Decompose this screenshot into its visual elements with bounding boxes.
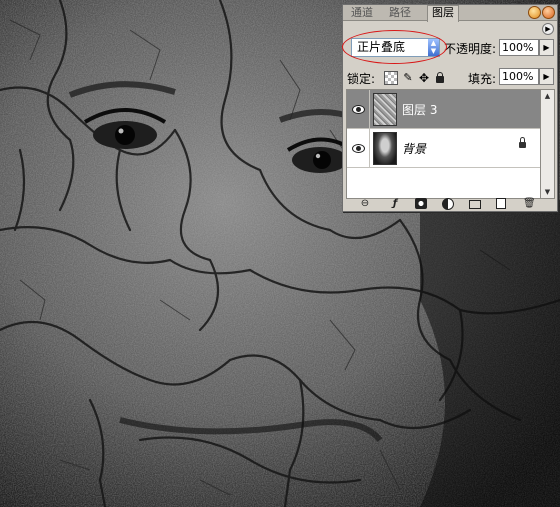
visibility-toggle[interactable] — [347, 129, 370, 167]
lock-icon — [519, 137, 526, 148]
fill-label: 填充: — [468, 72, 497, 86]
layer-name: 背景 — [402, 142, 427, 156]
delete-layer-icon[interactable]: 🗑 — [523, 198, 536, 209]
layer-row-background[interactable]: 背景 — [347, 129, 540, 168]
lock-label: 锁定: — [347, 72, 376, 86]
adjustment-layer-icon[interactable] — [442, 198, 454, 210]
layer-list-scrollbar[interactable]: ▲ ▼ — [540, 89, 555, 199]
scroll-up-arrow-icon[interactable]: ▲ — [541, 90, 554, 102]
lock-options: ✎ ✥ — [384, 70, 454, 85]
eye-icon — [352, 144, 365, 153]
visibility-toggle[interactable] — [347, 90, 370, 128]
link-icon[interactable]: ⊖ — [359, 198, 371, 209]
lock-image-pixels-icon[interactable]: ✎ — [402, 71, 414, 84]
new-layer-icon[interactable] — [496, 198, 508, 209]
layer-list: 图层 3 背景 — [346, 89, 541, 199]
eye-icon — [352, 105, 365, 114]
new-group-icon[interactable] — [469, 198, 481, 209]
minimize-button[interactable] — [528, 6, 541, 19]
opacity-input[interactable]: 100% — [499, 39, 539, 56]
palette-tab-bar: 通道 路径 图层 — [343, 5, 557, 22]
palette-menu-icon[interactable]: ▶ — [542, 23, 554, 35]
fill-slider-arrow[interactable]: ▶ — [539, 68, 554, 85]
opacity-label: 不透明度: — [444, 42, 497, 56]
layer-name: 图层 3 — [402, 103, 438, 117]
tab-channels[interactable]: 通道 — [347, 6, 377, 20]
lock-all-icon[interactable] — [434, 71, 446, 84]
tab-layers[interactable]: 图层 — [427, 5, 459, 22]
layer-thumbnail — [373, 93, 397, 126]
opacity-slider-arrow[interactable]: ▶ — [539, 39, 554, 56]
close-button[interactable] — [542, 6, 555, 19]
layer-row-layer-3[interactable]: 图层 3 — [347, 90, 540, 129]
fill-input[interactable]: 100% — [499, 68, 539, 85]
layer-style-icon[interactable]: ƒ — [389, 198, 401, 209]
palette-bottom-bar: ⊖ ƒ 🗑 — [343, 196, 557, 211]
highlight-oval — [342, 30, 447, 64]
lock-transparent-pixels-icon[interactable] — [384, 70, 398, 85]
layer-mask-icon[interactable] — [415, 198, 427, 209]
lock-position-icon[interactable]: ✥ — [418, 72, 430, 84]
layer-thumbnail — [373, 132, 397, 165]
tab-paths[interactable]: 路径 — [385, 6, 415, 20]
